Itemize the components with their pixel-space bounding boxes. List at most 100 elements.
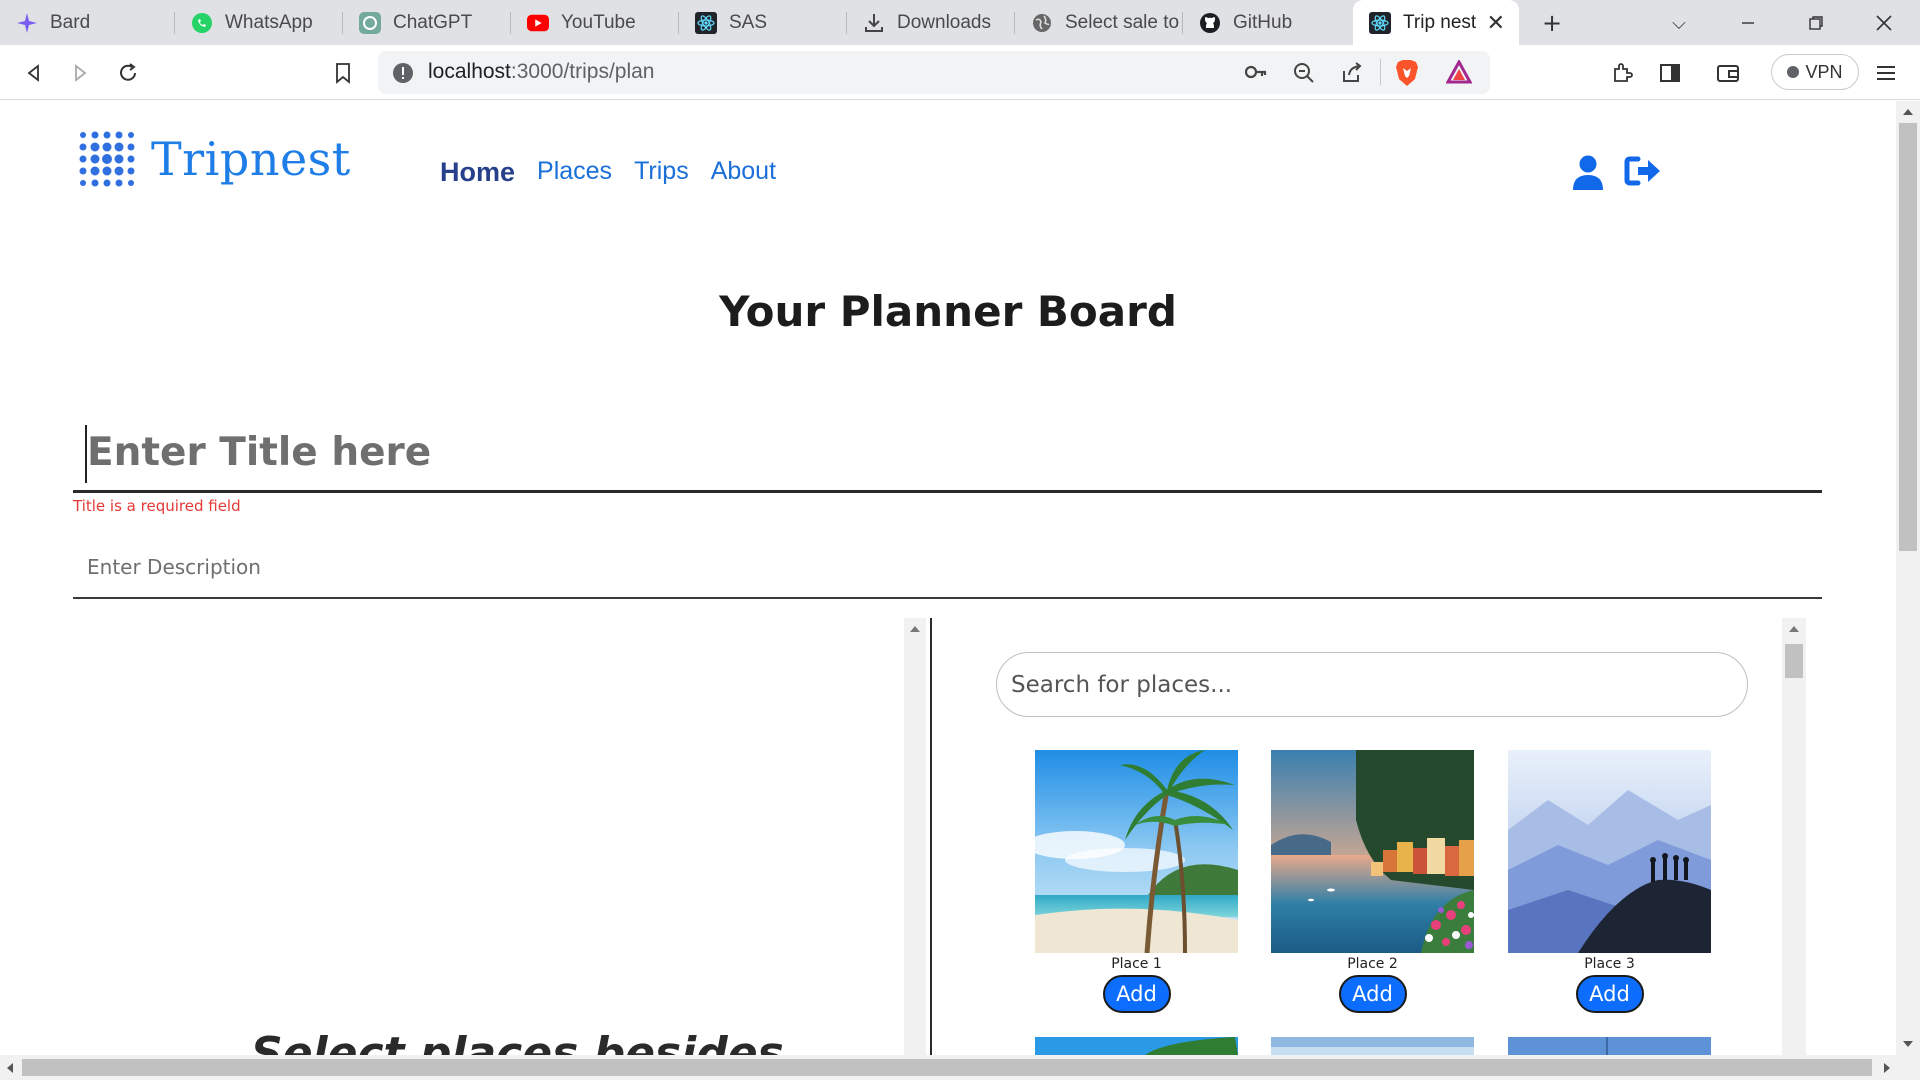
react-icon: [695, 11, 717, 34]
nav-trips[interactable]: Trips: [634, 157, 689, 188]
nav-about[interactable]: About: [711, 157, 776, 188]
page-horizontal-scrollbar[interactable]: [0, 1055, 1920, 1080]
scroll-up-arrow-icon[interactable]: [910, 626, 920, 632]
main-nav: Home Places Trips About: [440, 157, 776, 188]
whatsapp-icon: [191, 12, 213, 34]
place-name: Place 2: [1347, 956, 1398, 972]
tab-label: Downloads: [897, 11, 991, 33]
tab-youtube[interactable]: YouTube: [511, 0, 679, 45]
browser-tab-bar: Bard WhatsApp ChatGPT YouTube SAS Downlo: [0, 0, 1920, 45]
place-1-image[interactable]: [1035, 750, 1238, 953]
site-logo[interactable]: Tripnest: [77, 129, 351, 189]
close-tab-icon[interactable]: ✕: [1487, 10, 1505, 36]
share-icon[interactable]: [1340, 61, 1364, 89]
chatgpt-icon: [359, 11, 381, 34]
tab-select-sale[interactable]: Select sale to d: [1015, 0, 1183, 45]
tab-sas[interactable]: SAS: [679, 0, 847, 45]
scroll-down-arrow-icon[interactable]: [1903, 1041, 1913, 1047]
place-3-image[interactable]: [1508, 750, 1711, 953]
pane-divider: [930, 618, 932, 1055]
place-search-input[interactable]: [1011, 665, 1731, 705]
place-image-partial[interactable]: [1271, 1037, 1474, 1055]
place-card: Place 2 Add: [1271, 750, 1474, 1013]
description-field: [73, 537, 1822, 599]
youtube-icon: [527, 12, 549, 34]
add-place-button[interactable]: Add: [1338, 975, 1407, 1013]
page-title: Your Planner Board: [719, 287, 1177, 336]
forward-button[interactable]: [64, 57, 96, 89]
tab-label: Trip nest: [1403, 11, 1477, 33]
github-icon: [1199, 12, 1221, 34]
sidebar-icon[interactable]: [1654, 57, 1686, 89]
place-image-partial[interactable]: [1508, 1037, 1711, 1055]
selected-places-pane: Select places besides: [73, 618, 930, 1055]
tab-label: WhatsApp: [225, 11, 313, 33]
tab-label: GitHub: [1233, 11, 1293, 33]
add-place-button[interactable]: Add: [1575, 975, 1644, 1013]
extensions-icon[interactable]: [1606, 57, 1638, 89]
scrollbar-thumb[interactable]: [22, 1059, 1872, 1076]
selected-places-heading: Select places besides: [251, 1028, 784, 1055]
tab-trip-nest[interactable]: Trip nest ✕: [1353, 0, 1519, 45]
title-field: [73, 411, 1822, 493]
zoom-icon[interactable]: [1292, 61, 1316, 89]
right-pane-scrollbar[interactable]: [1782, 618, 1806, 1055]
user-profile-icon[interactable]: [1572, 155, 1604, 195]
description-input[interactable]: [87, 547, 1787, 587]
scroll-up-arrow-icon[interactable]: [1903, 109, 1913, 115]
key-icon[interactable]: [1244, 61, 1268, 87]
reload-button[interactable]: [112, 57, 144, 89]
back-button[interactable]: [18, 57, 50, 89]
nav-places[interactable]: Places: [537, 157, 612, 188]
vpn-label: VPN: [1805, 61, 1843, 82]
menu-icon[interactable]: [1870, 57, 1902, 89]
vpn-status-icon: [1787, 66, 1800, 78]
logo-text: Tripnest: [151, 132, 351, 186]
tab-label: SAS: [729, 11, 768, 33]
title-input[interactable]: [87, 419, 1787, 485]
tab-chatgpt[interactable]: ChatGPT: [343, 0, 511, 45]
nav-home[interactable]: Home: [440, 157, 515, 188]
place-name: Place 1: [1111, 956, 1162, 972]
url-host: localhost: [428, 60, 511, 83]
minimize-button[interactable]: [1733, 8, 1763, 38]
bookmark-icon[interactable]: [327, 57, 359, 89]
place-search-box: [996, 652, 1748, 717]
address-bar[interactable]: localhost:3000/trips/plan: [378, 51, 1490, 94]
tab-label: Bard: [50, 11, 91, 33]
brave-rewards-icon[interactable]: [1445, 58, 1473, 88]
site-info-icon[interactable]: [392, 62, 414, 88]
place-2-image[interactable]: [1271, 750, 1474, 953]
tab-search-chevron-icon[interactable]: ⌵: [1664, 8, 1694, 38]
tab-whatsapp[interactable]: WhatsApp: [175, 0, 343, 45]
text-caret: [85, 425, 87, 483]
add-place-button[interactable]: Add: [1102, 975, 1171, 1013]
dots-logo-icon: [79, 131, 135, 187]
scroll-right-arrow-icon[interactable]: [1884, 1063, 1890, 1073]
tab-label: ChatGPT: [393, 11, 473, 33]
left-pane-scrollbar[interactable]: [904, 618, 926, 1055]
page-vertical-scrollbar[interactable]: [1896, 101, 1920, 1055]
scrollbar-thumb[interactable]: [1785, 644, 1803, 678]
scrollbar-thumb[interactable]: [1899, 123, 1917, 551]
tab-github[interactable]: GitHub: [1183, 0, 1351, 45]
wallet-icon[interactable]: [1712, 57, 1744, 89]
url-path: :3000/trips/plan: [510, 60, 655, 83]
react-icon: [1369, 11, 1391, 34]
restore-button[interactable]: [1801, 8, 1831, 38]
brave-shield-icon[interactable]: [1394, 59, 1420, 91]
scroll-left-arrow-icon[interactable]: [7, 1063, 13, 1073]
new-tab-button[interactable]: +: [1537, 8, 1567, 38]
place-image-partial[interactable]: [1035, 1037, 1238, 1055]
tab-downloads[interactable]: Downloads: [847, 0, 1015, 45]
place-name: Place 3: [1584, 956, 1635, 972]
place-card: Place 3 Add: [1508, 750, 1711, 1013]
scroll-up-arrow-icon[interactable]: [1789, 626, 1799, 632]
url-text: localhost:3000/trips/plan: [428, 60, 655, 84]
vpn-button[interactable]: VPN: [1771, 54, 1859, 90]
logout-icon[interactable]: [1624, 155, 1662, 191]
planner-page: Tripnest Home Places Trips About Your Pl…: [0, 101, 1896, 1055]
download-icon: [863, 12, 885, 34]
close-window-button[interactable]: [1869, 8, 1899, 38]
tab-bard[interactable]: Bard: [0, 0, 175, 45]
